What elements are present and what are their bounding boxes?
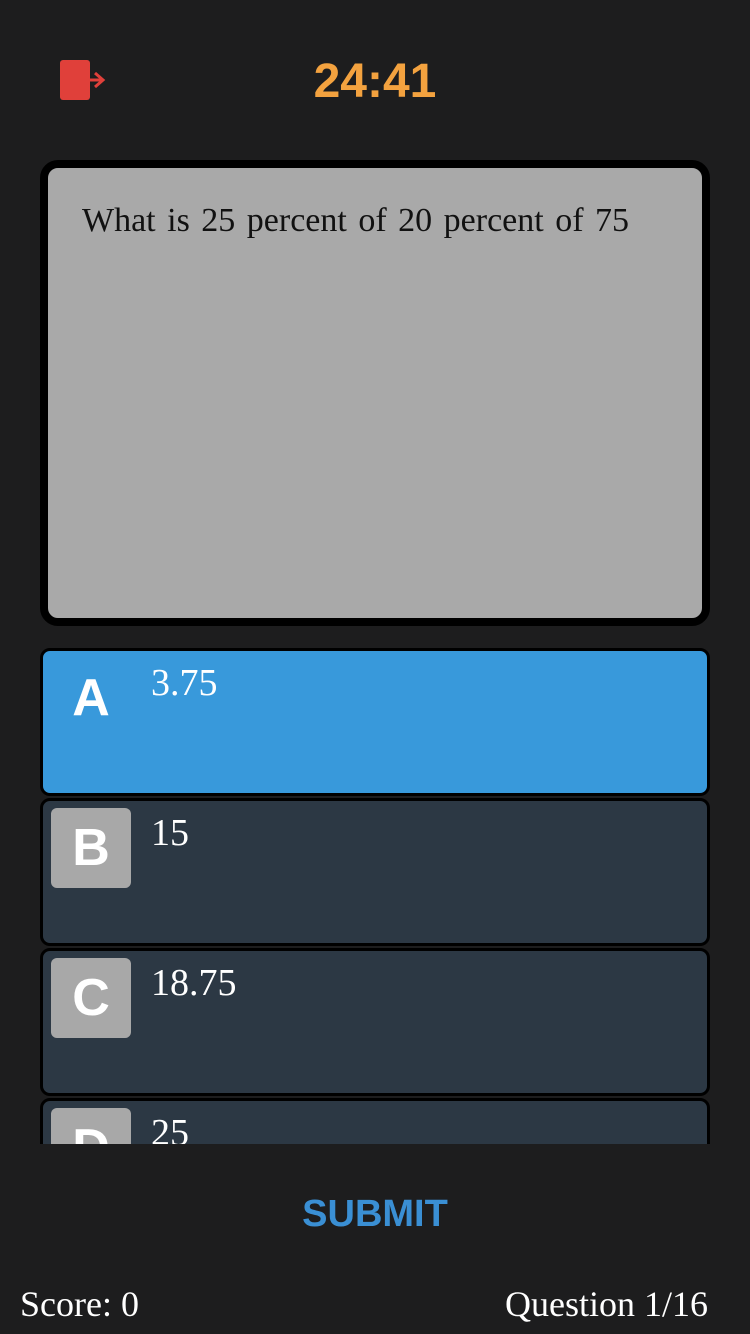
- answer-option-d[interactable]: D 25: [40, 1098, 710, 1144]
- answer-letter-a: A: [72, 669, 110, 727]
- answer-letter-b: B: [51, 808, 131, 888]
- score-label: Score: 0: [20, 1284, 139, 1324]
- answer-value-a: 3.75: [151, 662, 218, 704]
- question-text: What is 25 percent of 20 percent of 75: [82, 202, 630, 239]
- answers-list[interactable]: A 3.75 B 15 C 18.75 D 25: [40, 648, 710, 1144]
- answer-option-c[interactable]: C 18.75: [40, 948, 710, 1096]
- submit-button[interactable]: SUBMIT: [0, 1190, 750, 1238]
- answer-value-b: 15: [151, 812, 189, 854]
- answer-letter-d: D: [51, 1108, 131, 1144]
- answer-letter-c: C: [51, 958, 131, 1038]
- countdown-timer: 24:41: [313, 55, 437, 108]
- answer-value-d: 25: [151, 1112, 189, 1144]
- answer-option-b[interactable]: B 15: [40, 798, 710, 946]
- question-progress: Question 1/16: [505, 1284, 708, 1324]
- answer-value-c: 18.75: [151, 962, 237, 1004]
- question-card: What is 25 percent of 20 percent of 75: [40, 160, 710, 626]
- answer-option-a[interactable]: A 3.75: [40, 648, 710, 796]
